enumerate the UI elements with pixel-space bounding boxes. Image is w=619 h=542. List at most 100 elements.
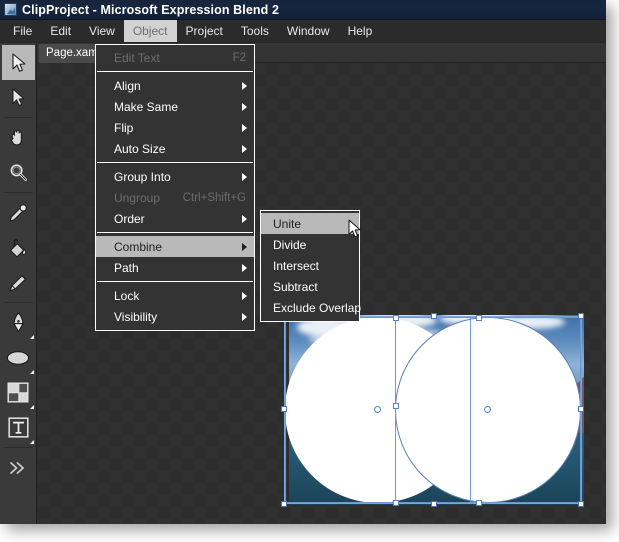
eyedropper-icon <box>8 203 28 223</box>
menu-bar[interactable]: File Edit View Object Project Tools Wind… <box>0 20 606 43</box>
pan-tool[interactable] <box>2 120 35 155</box>
menu-item-combine[interactable]: Combine <box>96 236 254 257</box>
layout-flyout-arrow-icon[interactable] <box>29 405 34 409</box>
ellipse-tool[interactable] <box>2 340 35 375</box>
menu-item-shortcut: Ctrl+Shift+G <box>182 191 246 204</box>
eyedropper-tool[interactable] <box>2 195 35 230</box>
object-menu-popup[interactable]: Edit Text F2 Align Make Same Flip Auto S… <box>95 44 255 331</box>
menu-item-exclude-overlap[interactable]: Exclude Overlap <box>261 297 361 318</box>
chevron-right-icon <box>242 242 247 251</box>
menu-project[interactable]: Project <box>177 20 232 42</box>
menu-item-group-into[interactable]: Group Into <box>96 166 254 187</box>
menu-tools[interactable]: Tools <box>232 20 278 42</box>
text-tool[interactable] <box>2 410 35 445</box>
menu-item-label: Flip <box>114 120 134 135</box>
text-t-icon <box>7 417 29 438</box>
menu-separator-3 <box>97 232 253 233</box>
ellipse-icon <box>6 350 30 366</box>
resize-handle-right-bottom[interactable] <box>476 500 482 506</box>
zoom-tool[interactable] <box>2 155 35 190</box>
menu-item-label: Intersect <box>273 258 320 273</box>
tool-separator-1 <box>3 117 33 118</box>
menu-object[interactable]: Object <box>123 20 177 42</box>
bbox-handle-top-center[interactable] <box>431 313 437 319</box>
menu-window[interactable]: Window <box>278 20 339 42</box>
bbox-handle-bottom-center[interactable] <box>431 501 437 507</box>
resize-handle-left-bottom[interactable] <box>393 500 399 506</box>
assets-chevron-button[interactable] <box>2 450 35 485</box>
paint-bucket-icon <box>8 238 28 258</box>
menu-item-label: Align <box>114 78 141 93</box>
bbox-handle-middle-right[interactable] <box>578 406 584 412</box>
menu-item-order[interactable]: Order <box>96 208 254 229</box>
menu-item-lock[interactable]: Lock <box>96 285 254 306</box>
bbox-handle-top-right[interactable] <box>578 313 584 319</box>
chevron-right-icon <box>242 123 247 132</box>
menu-item-edit-text: Edit Text F2 <box>96 47 254 68</box>
menu-item-label: Lock <box>114 288 140 303</box>
chevron-right-icon <box>242 81 247 90</box>
magnifier-icon <box>9 163 28 182</box>
menu-edit[interactable]: Edit <box>41 20 80 42</box>
menu-help[interactable]: Help <box>339 20 382 42</box>
menu-separator-2 <box>97 162 253 163</box>
application-window: ClipProject - Microsoft Expression Blend… <box>0 0 606 524</box>
menu-item-divide[interactable]: Divide <box>261 234 359 255</box>
pen-flyout-arrow-icon[interactable] <box>29 335 34 339</box>
ellipse-flyout-arrow-icon[interactable] <box>29 370 34 374</box>
bbox-handle-bottom-left[interactable] <box>281 501 287 507</box>
menu-item-align[interactable]: Align <box>96 75 254 96</box>
window-title: ClipProject - Microsoft Expression Blend… <box>22 2 280 17</box>
center-handle-left[interactable] <box>374 406 381 413</box>
arrow-pointer-icon <box>10 52 27 73</box>
tool-separator-4 <box>3 447 33 448</box>
hand-icon <box>8 128 28 148</box>
brush-icon <box>8 273 28 293</box>
bbox-handle-bottom-right[interactable] <box>578 501 584 507</box>
menu-item-label: Subtract <box>273 279 318 294</box>
resize-handle-right-top[interactable] <box>476 315 482 321</box>
pen-tool[interactable] <box>2 305 35 340</box>
menu-item-label: Ungroup <box>114 190 161 205</box>
menu-item-subtract[interactable]: Subtract <box>261 276 359 297</box>
combine-submenu-popup[interactable]: Unite Divide Intersect Subtract Exclude … <box>260 210 361 322</box>
menu-view[interactable]: View <box>80 20 124 42</box>
menu-item-intersect[interactable]: Intersect <box>261 255 359 276</box>
double-chevron-icon <box>8 460 28 476</box>
brush-transform-tool[interactable] <box>2 265 35 300</box>
menu-item-label: Divide <box>273 237 307 252</box>
direct-selection-tool[interactable] <box>2 80 35 115</box>
resize-handle-left-top[interactable] <box>393 315 399 321</box>
menu-item-unite[interactable]: Unite <box>261 213 359 234</box>
chevron-right-icon <box>242 144 247 153</box>
menu-item-ungroup: Ungroup Ctrl+Shift+G <box>96 187 254 208</box>
tools-panel[interactable] <box>0 43 37 524</box>
text-flyout-arrow-icon[interactable] <box>29 440 34 444</box>
menu-item-label: Order <box>114 211 145 226</box>
chevron-right-icon <box>242 291 247 300</box>
paint-bucket-tool[interactable] <box>2 230 35 265</box>
tool-separator-3 <box>3 302 33 303</box>
menu-file[interactable]: File <box>4 20 41 42</box>
menu-item-label: Make Same <box>114 99 179 114</box>
menu-separator-4 <box>97 281 253 282</box>
menu-item-label: Path <box>114 260 139 275</box>
menu-separator-1 <box>97 71 253 72</box>
resize-handle-left-middle[interactable] <box>393 403 399 409</box>
menu-item-visibility[interactable]: Visibility <box>96 306 254 327</box>
chevron-right-icon <box>242 214 247 223</box>
menu-item-auto-size[interactable]: Auto Size <box>96 138 254 159</box>
chevron-right-icon <box>242 172 247 181</box>
bbox-handle-middle-left[interactable] <box>281 406 287 412</box>
menu-item-label: Auto Size <box>114 141 166 156</box>
center-handle-right[interactable] <box>484 406 491 413</box>
menu-item-label: Edit Text <box>114 50 160 65</box>
layout-panel-tool[interactable] <box>2 375 35 410</box>
arrow-subselect-icon <box>11 88 26 107</box>
pen-nib-icon <box>10 312 27 333</box>
selection-tool[interactable] <box>1 45 35 80</box>
menu-item-make-same[interactable]: Make Same <box>96 96 254 117</box>
menu-item-path[interactable]: Path <box>96 257 254 278</box>
menu-item-label: Combine <box>114 239 163 254</box>
menu-item-flip[interactable]: Flip <box>96 117 254 138</box>
